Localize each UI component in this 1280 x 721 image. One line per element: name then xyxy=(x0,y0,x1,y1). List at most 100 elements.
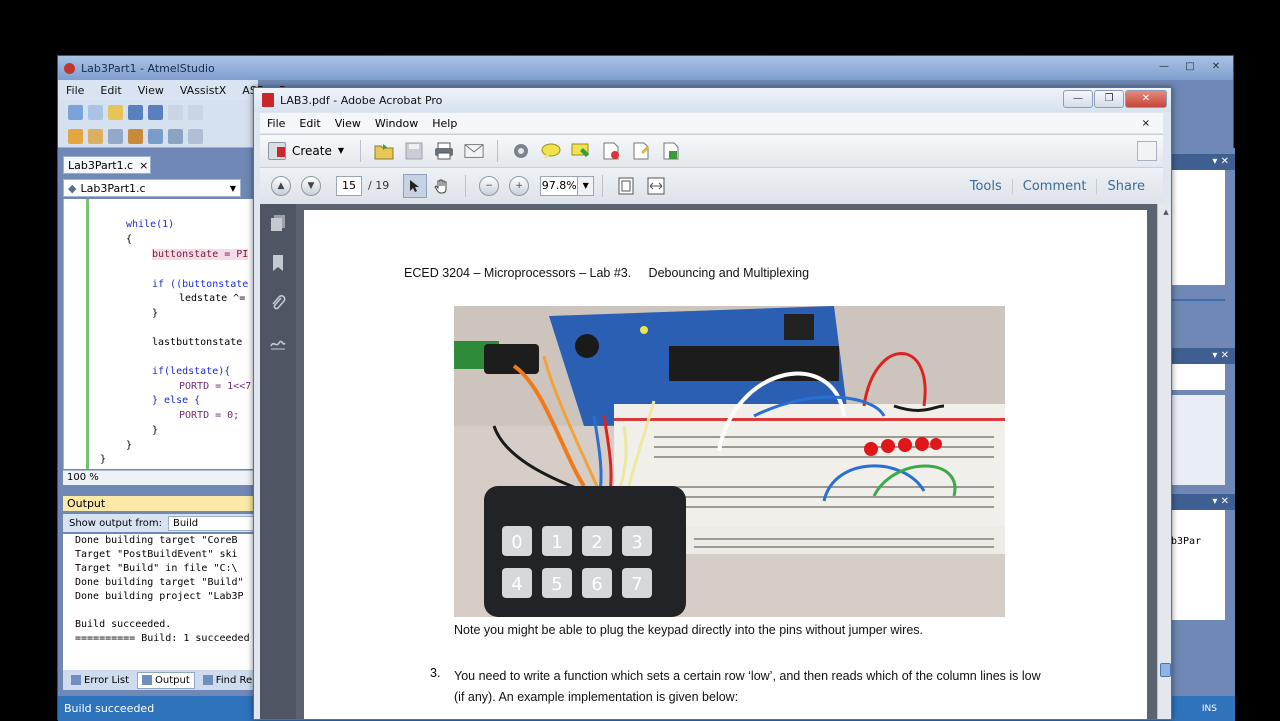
editor-tab-label: Lab3Part1.c xyxy=(68,158,134,172)
acrobat-titlebar: LAB3.pdf - Adobe Acrobat Pro — ❐ ✕ xyxy=(254,88,1171,112)
atmel-titlebar: Lab3Part1 - AtmelStudio — □ ✕ xyxy=(58,56,1233,80)
scrollbar-thumb[interactable] xyxy=(1160,663,1171,677)
comment-bubble-icon[interactable] xyxy=(541,141,561,161)
keypad-key-label: 1 xyxy=(551,532,562,553)
panel-splitter[interactable] xyxy=(1171,299,1225,301)
rebuild-icon[interactable] xyxy=(88,128,103,144)
acrobat-menu-help[interactable]: Help xyxy=(425,117,464,130)
atmel-menu-file[interactable]: File xyxy=(58,84,92,97)
settings-gear-icon[interactable] xyxy=(511,141,531,161)
atmel-maximize-button[interactable]: □ xyxy=(1179,59,1201,74)
document-sign-icon[interactable] xyxy=(631,141,651,161)
atmel-minimize-button[interactable]: — xyxy=(1153,59,1175,74)
expand-fullscreen-icon[interactable] xyxy=(1137,141,1157,161)
tab-find-results[interactable]: Find Re xyxy=(199,673,256,688)
plus-circle-icon[interactable]: + xyxy=(509,175,530,196)
save-all-icon[interactable] xyxy=(148,104,163,120)
output-log[interactable]: Done building target "CoreB Target "Post… xyxy=(63,534,258,670)
omega-icon[interactable] xyxy=(168,128,183,144)
editor-tab-close-icon[interactable]: × xyxy=(139,159,148,172)
document-view[interactable]: ECED 3204 – Microprocessors – Lab #3. De… xyxy=(296,204,1157,719)
atmel-menu-view[interactable]: View xyxy=(130,84,172,97)
chip-icon[interactable] xyxy=(108,128,123,144)
add-file-icon[interactable] xyxy=(88,104,103,120)
file-navigation-dropdown[interactable]: ◆ Lab3Part1.c ▼ xyxy=(63,179,241,197)
hand-pan-icon[interactable] xyxy=(432,176,452,196)
save-icon[interactable] xyxy=(128,104,143,120)
new-project-icon[interactable] xyxy=(68,104,83,120)
code-line: if ((buttonstate xyxy=(152,279,249,290)
tab-output[interactable]: Output xyxy=(137,671,195,689)
cut-icon[interactable] xyxy=(168,104,183,120)
zoom-level-input[interactable]: 97.8% xyxy=(540,175,579,196)
properties-header[interactable]: ▾ ✕ xyxy=(1171,348,1235,364)
highlight-comment-icon[interactable] xyxy=(571,141,591,161)
atmel-menu-edit[interactable]: Edit xyxy=(92,84,129,97)
save-icon[interactable] xyxy=(404,141,424,161)
tools-icon[interactable] xyxy=(188,128,203,144)
device-programming-icon[interactable] xyxy=(148,128,163,144)
document-vertical-scrollbar[interactable]: ▲ xyxy=(1157,204,1171,719)
solution-explorer-header[interactable]: ▾ ✕ xyxy=(1171,154,1235,170)
atmel-title: Lab3Part1 - AtmelStudio xyxy=(81,61,215,75)
solution-explorer-panel[interactable] xyxy=(1171,170,1225,285)
chevron-down-icon: ▼ xyxy=(337,146,345,155)
output-line: Done building target "Build" xyxy=(75,577,244,588)
stamp-remove-icon[interactable] xyxy=(601,141,621,161)
share-pane-link[interactable]: Share xyxy=(1096,178,1155,194)
code-line: buttonstate = PI xyxy=(152,249,249,260)
editor-zoom-level[interactable]: 100 % xyxy=(63,470,258,485)
acrobat-menubar: File Edit View Window Help × xyxy=(260,113,1163,133)
document-certify-icon[interactable] xyxy=(661,141,681,161)
fit-width-icon[interactable] xyxy=(646,176,666,196)
code-line: } xyxy=(100,454,107,465)
page-number-input[interactable]: 15 xyxy=(336,175,362,196)
tab-label: Find Re xyxy=(215,674,253,686)
acrobat-menu-window[interactable]: Window xyxy=(368,117,425,130)
email-icon[interactable] xyxy=(464,141,484,161)
tab-error-list[interactable]: Error List xyxy=(67,673,133,688)
open-folder-icon[interactable] xyxy=(374,141,394,161)
scroll-up-icon[interactable]: ▲ xyxy=(1161,208,1171,218)
debug-icon[interactable] xyxy=(128,128,143,144)
bookmarks-icon[interactable] xyxy=(269,254,287,272)
code-line: } xyxy=(126,440,133,451)
page-thumbnails-icon[interactable] xyxy=(269,214,287,232)
atmel-close-button[interactable]: ✕ xyxy=(1205,59,1227,74)
output-line: ========== Build: 1 succeeded xyxy=(75,633,250,644)
output-source-select[interactable]: Build xyxy=(167,515,258,531)
keypad-key-label: 7 xyxy=(631,574,642,595)
build-icon[interactable] xyxy=(68,128,83,144)
signatures-icon[interactable] xyxy=(269,334,287,352)
editor-tab-lab3part1[interactable]: Lab3Part1.c × xyxy=(63,156,151,174)
breadboard-keypad-photo: 0 1 2 3 4 5 6 7 xyxy=(454,306,1005,617)
document-close-icon[interactable]: × xyxy=(1135,118,1157,129)
properties-grid[interactable] xyxy=(1171,395,1225,485)
chevron-down-icon[interactable]: ▼ xyxy=(578,175,595,196)
output-right-header[interactable]: ▾ ✕ xyxy=(1171,494,1235,510)
acrobat-minimize-button[interactable]: — xyxy=(1063,90,1093,108)
change-marker-bar xyxy=(86,199,89,469)
acrobat-menu-file[interactable]: File xyxy=(260,117,292,130)
acrobat-restore-button[interactable]: ❐ xyxy=(1094,90,1124,108)
minus-circle-icon[interactable]: − xyxy=(479,175,500,196)
cursor-arrow-icon[interactable] xyxy=(403,173,428,198)
copy-icon[interactable] xyxy=(188,104,203,120)
properties-panel[interactable] xyxy=(1171,364,1225,390)
print-icon[interactable] xyxy=(434,141,454,161)
output-icon xyxy=(142,675,153,685)
arrow-up-circle-icon[interactable]: ▲ xyxy=(271,175,291,196)
tools-pane-link[interactable]: Tools xyxy=(960,179,1012,194)
attachments-paperclip-icon[interactable] xyxy=(269,294,287,312)
fit-page-icon[interactable] xyxy=(616,176,636,196)
arrow-down-circle-icon[interactable]: ▼ xyxy=(301,175,321,196)
acrobat-menu-edit[interactable]: Edit xyxy=(292,117,327,130)
chevron-down-icon[interactable]: ▼ xyxy=(226,184,240,193)
acrobat-close-button[interactable]: ✕ xyxy=(1125,90,1167,108)
create-button[interactable]: Create ▼ xyxy=(266,139,352,163)
code-editor[interactable]: while(1) { buttonstate = PI if ((buttons… xyxy=(63,199,258,469)
open-folder-icon[interactable] xyxy=(108,104,123,120)
comment-pane-link[interactable]: Comment xyxy=(1011,178,1097,194)
atmel-menu-vassistx[interactable]: VAssistX xyxy=(172,84,234,97)
acrobat-menu-view[interactable]: View xyxy=(328,117,368,130)
